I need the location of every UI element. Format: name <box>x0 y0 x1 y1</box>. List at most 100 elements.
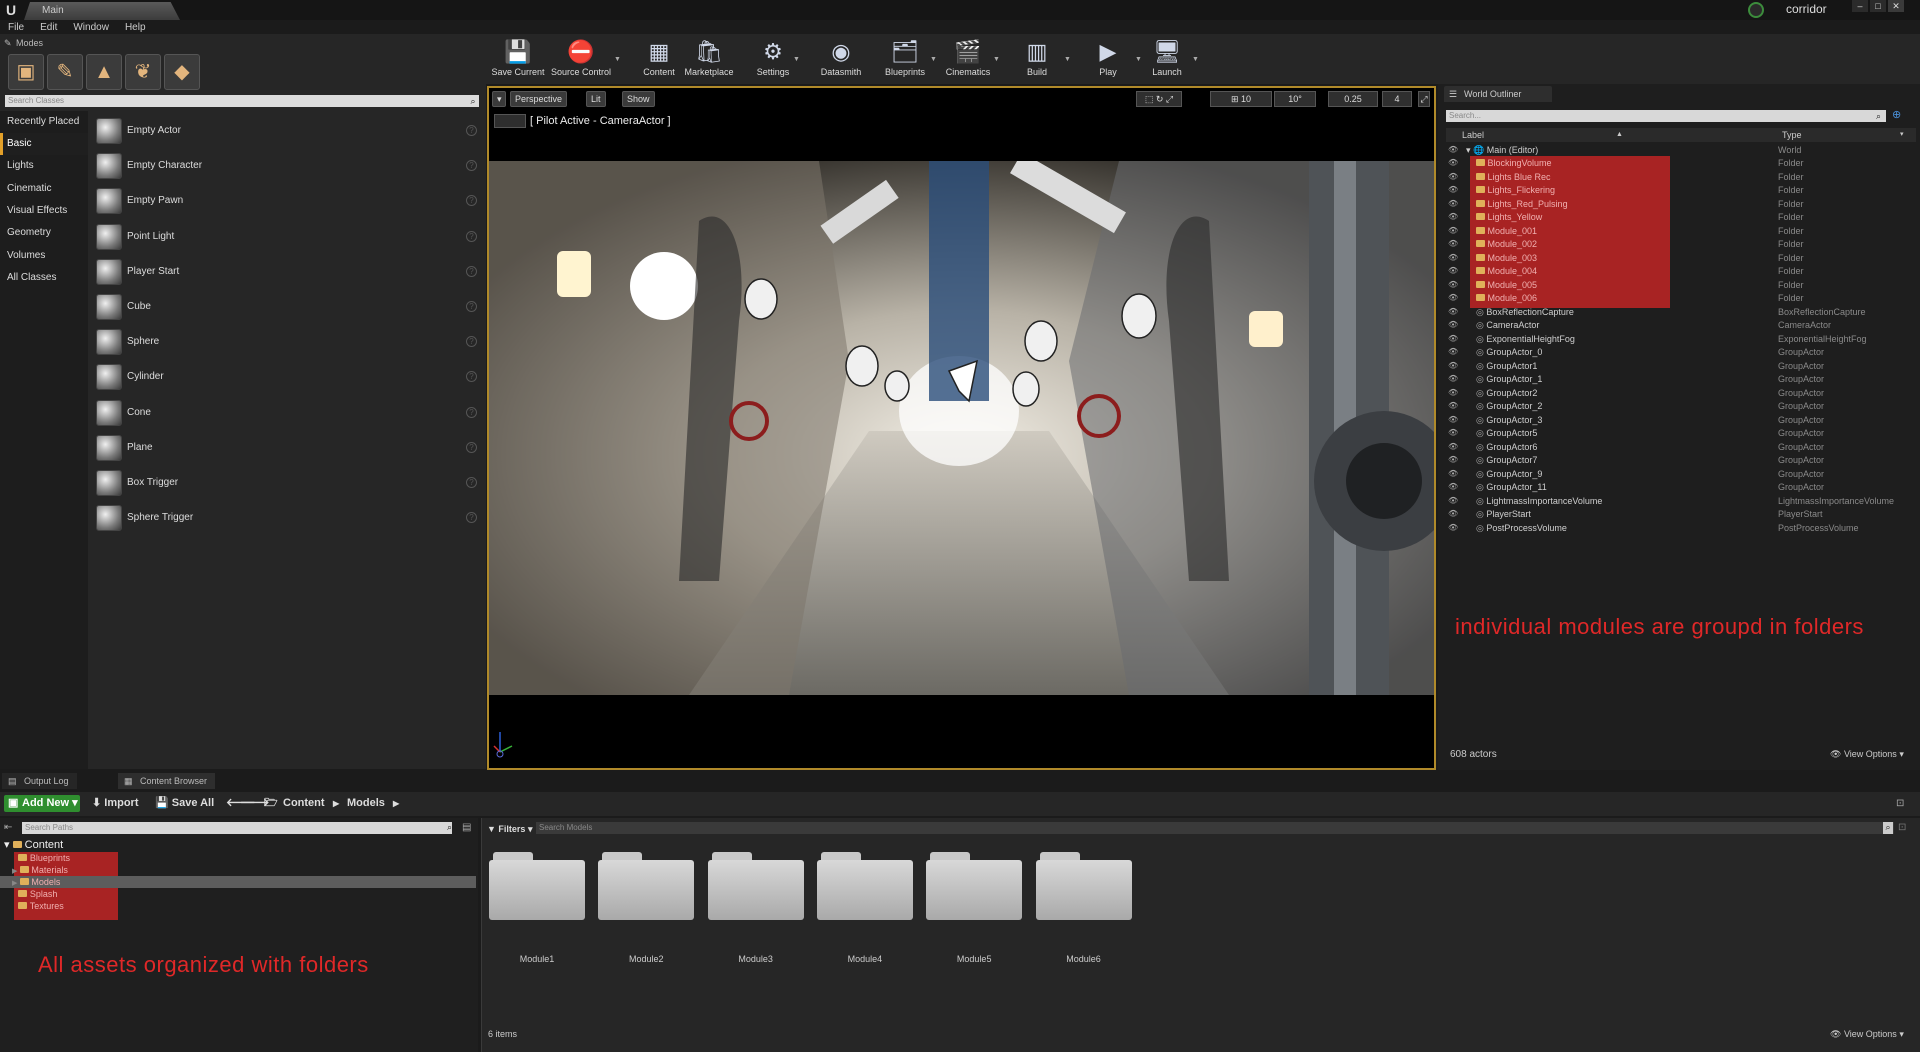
lock-icon[interactable]: ⊡ <box>1896 798 1904 809</box>
help-icon[interactable]: ? <box>466 512 477 524</box>
maximize-viewport-icon[interactable]: ⤢ <box>1418 91 1430 107</box>
visibility-eye-icon[interactable]: 👁 <box>1448 334 1458 344</box>
tree-folder[interactable]: ▶ Materials <box>12 864 68 876</box>
help-icon[interactable]: ? <box>466 195 477 207</box>
outliner-row[interactable]: 👁 ◎ BoxReflectionCapture BoxReflectionCapt… <box>1446 306 1916 319</box>
maximize-icon[interactable]: □ <box>1870 0 1886 12</box>
grid-snap-toggle[interactable]: ⊞ 10 <box>1210 91 1272 107</box>
outliner-row[interactable]: 👁 ◎ GroupActor2 GroupActor <box>1446 387 1916 400</box>
breadcrumb-models[interactable]: Models <box>347 795 385 812</box>
launch-dropdown-icon[interactable]: ▼ <box>1192 56 1199 63</box>
minimize-icon[interactable]: – <box>1852 0 1868 12</box>
placeable-item[interactable]: Plane? <box>90 432 486 467</box>
visibility-eye-icon[interactable]: 👁 <box>1448 509 1458 519</box>
visibility-eye-icon[interactable]: 👁 <box>1448 172 1458 182</box>
category-all-classes[interactable]: All Classes <box>0 267 88 289</box>
category-lights[interactable]: Lights <box>0 155 88 177</box>
cinematics-dropdown-icon[interactable]: ▼ <box>993 56 1000 63</box>
outliner-root-row[interactable]: 👁 ▾ 🌐 Main (Editor) World <box>1446 144 1916 157</box>
viewport-options-icon[interactable]: ▾ <box>492 91 506 107</box>
transform-tools[interactable]: ⬚ ↻ ⤢ <box>1136 91 1182 107</box>
outliner-row[interactable]: 👁 ◎ GroupActor_9 GroupActor <box>1446 468 1916 481</box>
visibility-eye-icon[interactable]: 👁 <box>1448 320 1458 330</box>
outliner-row[interactable]: 👁 Lights Blue Rec Folder <box>1446 171 1916 184</box>
outliner-row[interactable]: 👁 Lights_Red_Pulsing Folder <box>1446 198 1916 211</box>
visibility-eye-icon[interactable]: 👁 <box>1448 415 1458 425</box>
add-new-button[interactable]: ▣ Add New ▾ <box>4 795 80 812</box>
outliner-row[interactable]: 👁 ◎ GroupActor_11 GroupActor <box>1446 481 1916 494</box>
visibility-eye-icon[interactable]: 👁 <box>1448 145 1458 155</box>
visibility-eye-icon[interactable]: 👁 <box>1448 266 1458 276</box>
help-icon[interactable]: ? <box>466 441 477 453</box>
outliner-row[interactable]: 👁 ◎ PlayerStart PlayerStart <box>1446 508 1916 521</box>
category-basic[interactable]: Basic <box>0 133 88 155</box>
visibility-eye-icon[interactable]: 👁 <box>1448 374 1458 384</box>
visibility-eye-icon[interactable]: 👁 <box>1448 428 1458 438</box>
visibility-eye-icon[interactable]: 👁 <box>1448 158 1458 168</box>
help-icon[interactable]: ? <box>466 265 477 277</box>
save-current-button[interactable]: 💾 Save Current <box>490 36 546 82</box>
placeable-item[interactable]: Cone? <box>90 397 486 432</box>
geometry-mode-icon[interactable]: ◆ <box>164 54 200 90</box>
help-icon[interactable]: ? <box>466 160 477 172</box>
outliner-row[interactable]: 👁 Lights_Yellow Folder <box>1446 211 1916 224</box>
outliner-row[interactable]: 👁 Module_004 Folder <box>1446 265 1916 278</box>
content-button[interactable]: ▦ Content <box>638 36 680 82</box>
outliner-view-options[interactable]: 👁 View Options ▾ <box>1830 749 1904 760</box>
tab-output-log[interactable]: ▤ Output Log <box>2 773 77 789</box>
placeable-item[interactable]: Sphere Trigger? <box>90 502 486 537</box>
perspective-button[interactable]: Perspective <box>510 91 568 107</box>
outliner-row[interactable]: 👁 ◎ GroupActor1 GroupActor <box>1446 360 1916 373</box>
outliner-row[interactable]: 👁 ◎ GroupActor_2 GroupActor <box>1446 400 1916 413</box>
expand-arrow-icon[interactable]: ▶ <box>12 880 17 887</box>
category-recently-placed[interactable]: Recently Placed <box>0 111 88 133</box>
category-geometry[interactable]: Geometry <box>0 222 88 244</box>
category-cinematic[interactable]: Cinematic <box>0 178 88 200</box>
visibility-eye-icon[interactable]: 👁 <box>1448 482 1458 492</box>
asset-search-input[interactable]: Search Models <box>536 822 1894 834</box>
marketplace-button[interactable]: 🛍 Marketplace <box>682 36 736 82</box>
visibility-eye-icon[interactable]: 👁 <box>1448 199 1458 209</box>
outliner-row[interactable]: 👁 ◎ GroupActor6 GroupActor <box>1446 441 1916 454</box>
visibility-eye-icon[interactable]: 👁 <box>1448 455 1458 465</box>
tree-root-content[interactable]: ▾ Content <box>4 839 63 851</box>
pilot-eject-icon[interactable] <box>494 114 526 128</box>
import-button[interactable]: ⬇ Import <box>92 795 139 812</box>
outliner-row[interactable]: 👁 ◎ GroupActor_3 GroupActor <box>1446 414 1916 427</box>
visibility-eye-icon[interactable]: 👁 <box>1448 212 1458 222</box>
outliner-row[interactable]: 👁 BlockingVolume Folder <box>1446 157 1916 170</box>
help-icon[interactable]: ? <box>466 336 477 348</box>
column-options-icon[interactable]: ▾ <box>1900 128 1904 142</box>
asset-folder-tile[interactable] <box>816 852 913 920</box>
placeable-item[interactable]: Cube? <box>90 291 486 326</box>
camera-speed-button[interactable]: 4 <box>1382 91 1412 107</box>
rotation-snap-toggle[interactable]: 10° <box>1274 91 1316 107</box>
paint-mode-icon[interactable]: ✎ <box>47 54 83 90</box>
world-outliner-tab[interactable]: ☰ World Outliner <box>1444 86 1552 102</box>
help-icon[interactable]: ? <box>466 406 477 418</box>
placeable-item[interactable]: Box Trigger? <box>90 467 486 502</box>
placeable-item[interactable]: Empty Actor? <box>90 115 486 150</box>
visibility-eye-icon[interactable]: 👁 <box>1448 496 1458 506</box>
asset-folder-tile[interactable] <box>598 852 695 920</box>
search-classes-input[interactable]: Search Classes <box>5 95 479 107</box>
play-dropdown-icon[interactable]: ▼ <box>1135 56 1142 63</box>
outliner-row[interactable]: 👁 ◎ LightmassImportanceVolume LightmassImp… <box>1446 495 1916 508</box>
map-tab[interactable]: Main <box>24 2 180 20</box>
tab-content-browser[interactable]: ▦ Content Browser <box>118 773 216 789</box>
placeable-item[interactable]: Cylinder? <box>90 361 486 396</box>
help-icon[interactable]: ? <box>466 230 477 242</box>
filters-button[interactable]: ▼ Filters ▾ <box>487 823 532 835</box>
outliner-row[interactable]: 👁 Module_005 Folder <box>1446 279 1916 292</box>
expand-arrow-icon[interactable] <box>12 856 16 863</box>
tree-folder[interactable]: ▶ Models <box>12 876 60 888</box>
settings-dropdown-icon[interactable]: ▼ <box>793 56 800 63</box>
save-all-button[interactable]: 💾 Save All <box>155 795 214 812</box>
visibility-eye-icon[interactable]: 👁 <box>1448 253 1458 263</box>
outliner-row[interactable]: 👁 ◎ PostProcessVolume PostProcessVolume <box>1446 522 1916 535</box>
tree-folder[interactable]: Blueprints <box>12 852 70 864</box>
landscape-mode-icon[interactable]: ▲ <box>86 54 122 90</box>
placeable-item[interactable]: Point Light? <box>90 221 486 256</box>
show-button[interactable]: Show <box>622 91 655 107</box>
placeable-item[interactable]: Sphere? <box>90 326 486 361</box>
